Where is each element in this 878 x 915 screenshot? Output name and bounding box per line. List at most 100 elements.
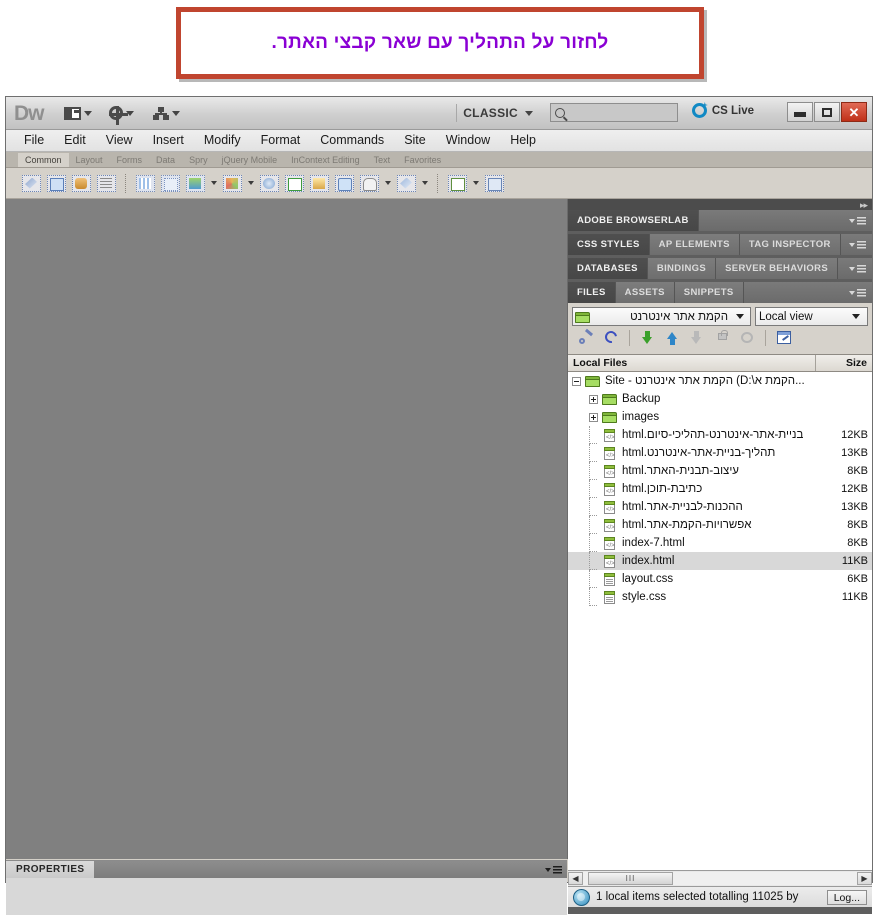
insert-table-icon[interactable] — [136, 174, 155, 192]
menu-format[interactable]: Format — [251, 130, 311, 151]
insert-tab-incontext-editing[interactable]: InContext Editing — [284, 153, 367, 167]
scroll-right-button[interactable]: ▶ — [857, 872, 872, 885]
tag-chooser-icon[interactable] — [485, 174, 504, 192]
chevron-down-icon[interactable] — [248, 181, 254, 185]
horizontal-scrollbar[interactable]: ◀ III ▶ — [568, 870, 872, 886]
table-row[interactable]: </> ההכנות-לבניית-אתר.html 13KB — [568, 498, 872, 516]
table-row[interactable]: </> אפשרויות-הקמת-אתר.html 8KB — [568, 516, 872, 534]
refresh-icon[interactable] — [602, 328, 620, 346]
tab-tag-inspector[interactable]: TAG INSPECTOR — [739, 234, 841, 255]
tab-ap-elements[interactable]: AP ELEMENTS — [649, 234, 740, 255]
menu-edit[interactable]: Edit — [54, 130, 96, 151]
insert-media-icon[interactable] — [223, 174, 242, 192]
table-row[interactable]: </> תהליך-בניית-אתר-אינטרנט.html 13KB — [568, 444, 872, 462]
table-row[interactable]: images — [568, 408, 872, 426]
email-link-icon[interactable] — [47, 174, 66, 192]
minimize-button[interactable] — [787, 102, 813, 122]
properties-panel-menu-button[interactable] — [545, 865, 562, 874]
tab-databases[interactable]: DATABASES — [568, 258, 648, 279]
panel-menu-button[interactable] — [843, 258, 872, 279]
tree-toggle[interactable] — [568, 376, 585, 386]
table-row[interactable]: layout.css 6KB — [568, 570, 872, 588]
panel-menu-button[interactable] — [843, 234, 872, 255]
table-row[interactable]: </> בניית-אתר-אינטרנט-תהליכי-סיום.html 1… — [568, 426, 872, 444]
chevron-down-icon[interactable] — [473, 181, 479, 185]
chevron-down-icon[interactable] — [211, 181, 217, 185]
server-side-include-icon[interactable] — [310, 174, 329, 192]
document-canvas[interactable] — [6, 199, 568, 859]
connect-to-remote-host-icon[interactable] — [578, 328, 595, 346]
workspace-switcher[interactable]: CLASSIC — [456, 104, 539, 122]
insert-div-tag-icon[interactable] — [161, 174, 180, 192]
menu-commands[interactable]: Commands — [310, 130, 394, 151]
panel-menu-button[interactable] — [843, 282, 872, 303]
table-row[interactable]: Backup — [568, 390, 872, 408]
chevron-down-icon[interactable] — [385, 181, 391, 185]
scrollbar-track[interactable]: III — [583, 872, 857, 885]
insert-tab-text[interactable]: Text — [366, 153, 398, 167]
script-objects-icon[interactable] — [397, 174, 416, 192]
extend-dreamweaver-button[interactable] — [109, 105, 134, 125]
tab-adobe-browserlab[interactable]: ADOBE BROWSERLAB — [568, 210, 699, 231]
cs-live-button[interactable]: CS Live — [691, 103, 754, 118]
layout-switcher-button[interactable] — [64, 105, 92, 121]
chevron-down-icon[interactable] — [422, 181, 428, 185]
search-input[interactable] — [550, 103, 678, 122]
insert-tab-favorites[interactable]: Favorites — [397, 153, 449, 167]
menu-file[interactable]: File — [14, 130, 54, 151]
close-button[interactable]: ✕ — [841, 102, 867, 122]
insert-tab-spry[interactable]: Spry — [182, 153, 215, 167]
insert-date-icon[interactable] — [285, 174, 304, 192]
put-files-icon[interactable] — [664, 330, 681, 346]
column-header-local-files[interactable]: Local Files — [568, 355, 816, 371]
expand-collapse-icon[interactable] — [775, 330, 792, 346]
hyperlink-icon[interactable] — [22, 174, 41, 192]
insert-tab-data[interactable]: Data — [149, 153, 183, 167]
insert-tab-jquery-mobile[interactable]: jQuery Mobile — [214, 153, 285, 167]
horizontal-rule-icon[interactable] — [97, 174, 116, 192]
view-select[interactable]: Local view — [755, 307, 868, 326]
table-row[interactable]: </> כתיבת-תוכן.html 12KB — [568, 480, 872, 498]
tree-toggle[interactable] — [585, 412, 602, 422]
table-row[interactable]: style.css 11KB — [568, 588, 872, 606]
table-row[interactable]: </> עיצוב-תבנית-האתר.html 8KB — [568, 462, 872, 480]
tab-files[interactable]: FILES — [568, 282, 616, 303]
insert-widget-icon[interactable] — [260, 174, 279, 192]
insert-image-icon[interactable] — [186, 174, 205, 192]
tab-properties[interactable]: PROPERTIES — [6, 861, 95, 878]
site-management-button[interactable] — [153, 105, 180, 121]
get-files-icon[interactable] — [639, 330, 656, 346]
menu-window[interactable]: Window — [436, 130, 500, 151]
site-select[interactable]: הקמת אתר אינטרנט — [572, 307, 751, 326]
table-row[interactable]: </> index-7.html 8KB — [568, 534, 872, 552]
maximize-button[interactable] — [814, 102, 840, 122]
menu-insert[interactable]: Insert — [143, 130, 194, 151]
expand-panels-icon[interactable]: ▸▸ — [860, 201, 868, 210]
head-options-icon[interactable] — [360, 174, 379, 192]
log-button[interactable]: Log... — [826, 889, 867, 905]
scroll-left-button[interactable]: ◀ — [568, 872, 583, 885]
column-header-size[interactable]: Size — [816, 355, 872, 371]
insert-tab-common[interactable]: Common — [18, 153, 69, 167]
insert-comment-icon[interactable] — [335, 174, 354, 192]
tab-server-behaviors[interactable]: SERVER BEHAVIORS — [716, 258, 839, 279]
table-row[interactable]: </> index.html 11KB — [568, 552, 872, 570]
named-anchor-icon[interactable] — [72, 174, 91, 192]
file-tree[interactable]: Site - הקמת אתר אינטרנט (D:\הקמת א... Ba… — [568, 372, 872, 870]
tab-css-styles[interactable]: CSS STYLES — [568, 234, 650, 255]
table-row[interactable]: Site - הקמת אתר אינטרנט (D:\הקמת א... — [568, 372, 872, 390]
scrollbar-thumb[interactable]: III — [588, 872, 673, 885]
templates-icon[interactable] — [448, 174, 467, 192]
insert-tab-layout[interactable]: Layout — [68, 153, 110, 167]
panel-menu-button[interactable] — [843, 210, 872, 231]
tab-snippets[interactable]: SNIPPETS — [674, 282, 744, 303]
menu-site[interactable]: Site — [394, 130, 436, 151]
menu-view[interactable]: View — [96, 130, 143, 151]
dock-collapse-bar[interactable]: ▸▸ — [568, 199, 872, 210]
menu-modify[interactable]: Modify — [194, 130, 251, 151]
tab-bindings[interactable]: BINDINGS — [647, 258, 717, 279]
tree-toggle[interactable] — [585, 394, 602, 404]
tab-assets[interactable]: ASSETS — [615, 282, 675, 303]
insert-tab-forms[interactable]: Forms — [109, 153, 150, 167]
menu-help[interactable]: Help — [500, 130, 546, 151]
